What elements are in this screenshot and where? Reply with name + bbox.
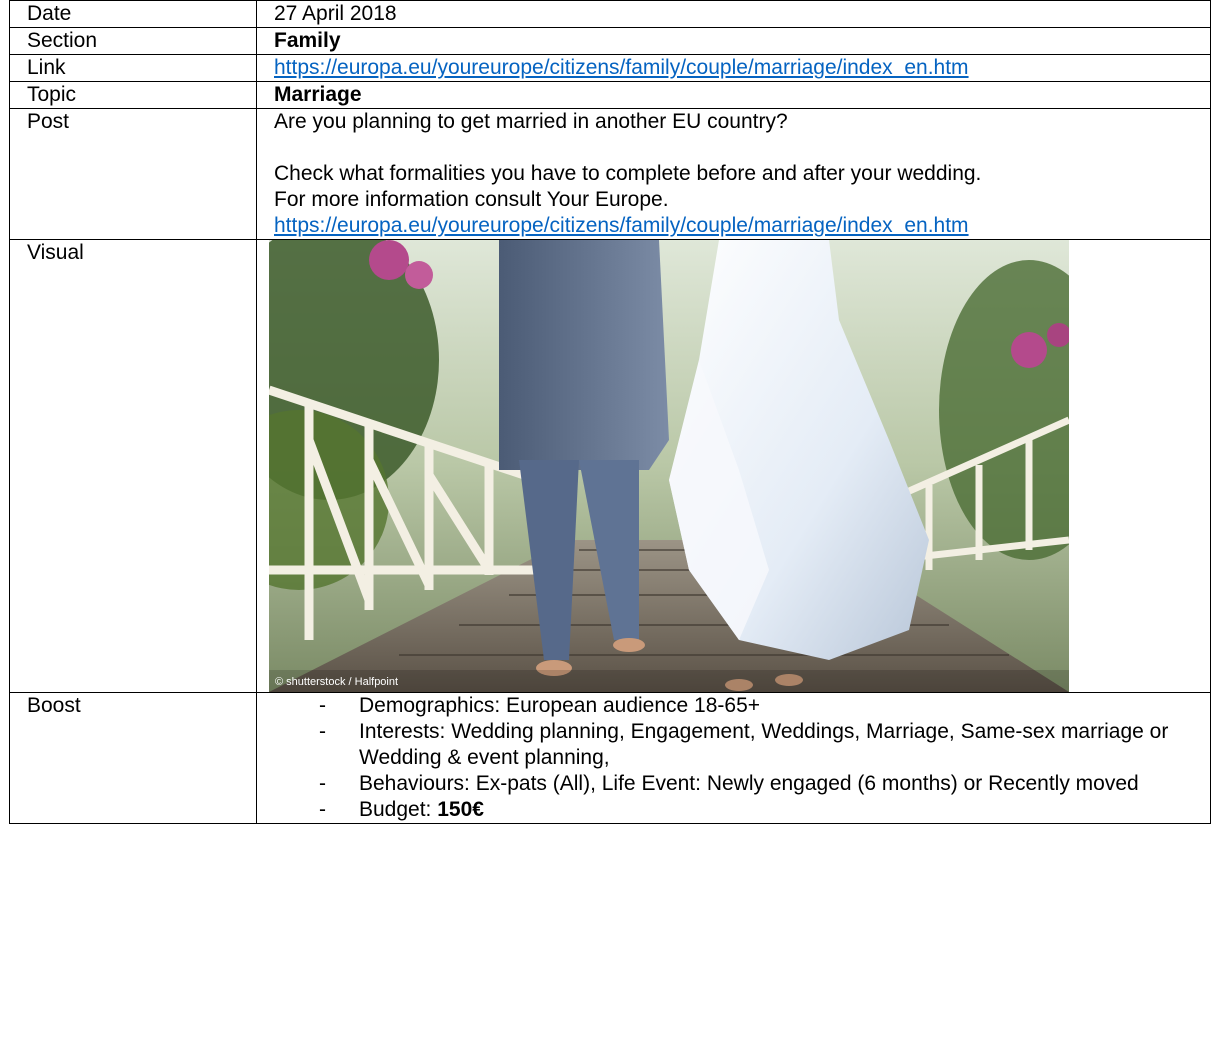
table-row-link: Link https://europa.eu/youreurope/citize… (9, 54, 1211, 82)
link-cell: https://europa.eu/youreurope/citizens/fa… (256, 54, 1211, 82)
image-credit: © shutterstock / Halfpoint (275, 676, 398, 688)
boost-list: - Demographics: European audience 18-65+… (274, 693, 1210, 823)
boost-cell: - Demographics: European audience 18-65+… (256, 692, 1211, 824)
row-label: Section (9, 27, 257, 55)
list-item: - Demographics: European audience 18-65+ (319, 693, 1210, 719)
post-link[interactable]: https://europa.eu/youreurope/citizens/fa… (274, 214, 969, 237)
list-item: - Interests: Wedding planning, Engagemen… (319, 719, 1210, 771)
section-value: Family (256, 27, 1211, 55)
row-label: Topic (9, 81, 257, 109)
post-details-table: Date 27 April 2018 Section Family Link h… (9, 0, 1211, 824)
post-question: Are you planning to get married in anoth… (274, 110, 788, 133)
boost-interests: Interests: Wedding planning, Engagement,… (359, 720, 1169, 769)
bullet-dash: - (319, 694, 326, 717)
row-label: Date (9, 0, 257, 28)
table-row-post: Post Are you planning to get married in … (9, 108, 1211, 240)
post-cell: Are you planning to get married in anoth… (256, 108, 1211, 240)
bullet-dash: - (319, 798, 326, 821)
boost-demographics: Demographics: European audience 18-65+ (359, 694, 761, 717)
row-label: Post (9, 108, 257, 240)
wedding-couple-image: © shutterstock / Halfpoint (269, 240, 1069, 692)
boost-behaviours: Behaviours: Ex-pats (All), Life Event: N… (359, 772, 1139, 795)
boost-budget-label: Budget: (359, 798, 438, 821)
marriage-page-link[interactable]: https://europa.eu/youreurope/citizens/fa… (274, 56, 969, 79)
bullet-dash: - (319, 720, 326, 743)
table-row-boost: Boost - Demographics: European audience … (9, 692, 1211, 824)
post-formalities-text: Check what formalities you have to compl… (274, 162, 982, 185)
date-value: 27 April 2018 (256, 0, 1211, 28)
topic-value: Marriage (256, 81, 1211, 109)
row-label: Visual (9, 239, 257, 693)
row-label: Boost (9, 692, 257, 824)
visual-cell: © shutterstock / Halfpoint (256, 239, 1211, 693)
table-row-date: Date 27 April 2018 (9, 0, 1211, 28)
row-label: Link (9, 54, 257, 82)
post-consult-text: For more information consult Your Europe… (274, 188, 669, 211)
post-sheet: Date 27 April 2018 Section Family Link h… (9, 0, 1211, 824)
table-row-topic: Topic Marriage (9, 81, 1211, 109)
boost-budget-value: 150€ (437, 798, 484, 821)
list-item: - Behaviours: Ex-pats (All), Life Event:… (319, 771, 1210, 797)
list-item: - Budget: 150€ (319, 797, 1210, 823)
table-row-visual: Visual © shutterstock / Halfpoint (9, 239, 1211, 693)
bullet-dash: - (319, 772, 326, 795)
table-row-section: Section Family (9, 27, 1211, 55)
